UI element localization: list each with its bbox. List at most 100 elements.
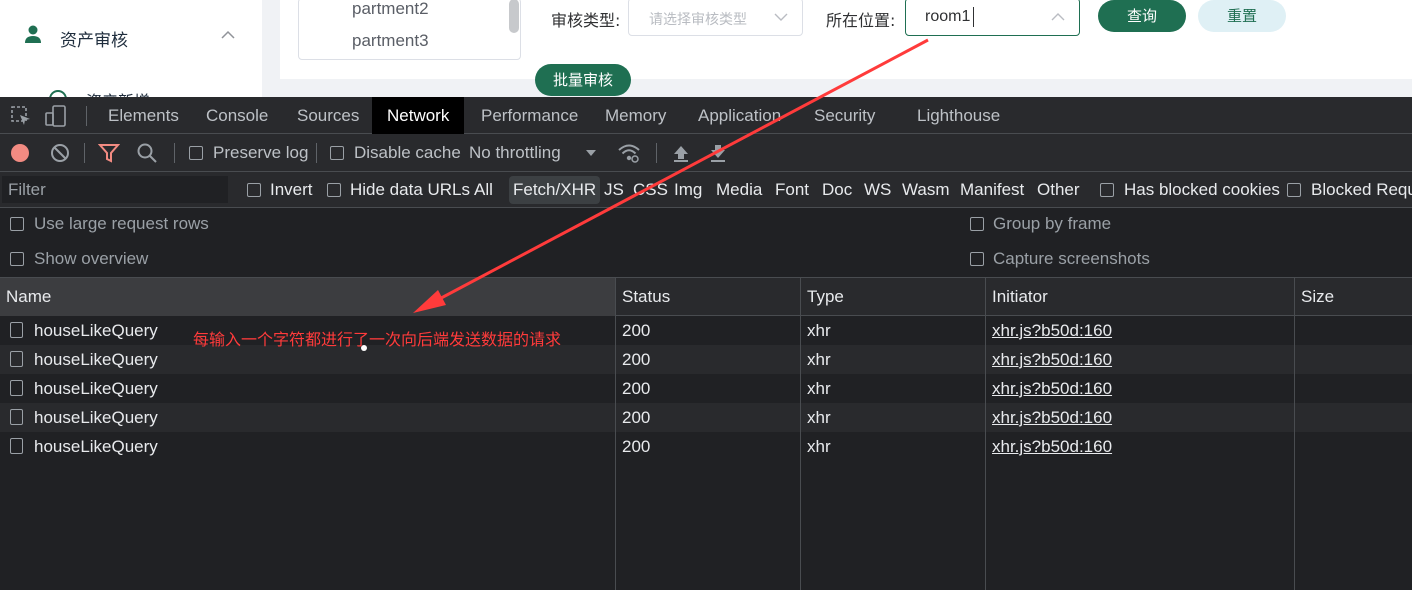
location-label: 所在位置:	[826, 11, 896, 30]
filter-icon[interactable]	[98, 142, 120, 164]
chevron-up-icon	[221, 30, 235, 39]
filter-input[interactable]	[2, 176, 228, 203]
sidebar-subitem-asset-add[interactable]: 资产新增	[0, 82, 262, 97]
filter-type-js[interactable]: JS	[604, 172, 624, 208]
request-initiator-link[interactable]: xhr.js?b50d:160	[992, 374, 1112, 403]
request-name[interactable]: houseLikeQuery	[34, 403, 158, 432]
request-type: xhr	[807, 437, 831, 456]
blocked-requests-label: Blocked Requests	[1311, 180, 1412, 199]
import-har-icon[interactable]	[670, 142, 692, 164]
network-request-table: Name Status Type Initiator Size houseLik…	[0, 278, 1412, 590]
hide-data-urls-checkbox[interactable]	[327, 183, 341, 197]
dropdown-arrow-icon[interactable]	[584, 144, 598, 162]
column-divider[interactable]	[1294, 278, 1295, 590]
tab-sources[interactable]: Sources	[297, 97, 359, 134]
filter-type-media[interactable]: Media	[716, 172, 762, 208]
batch-review-button[interactable]: 批量审核	[535, 64, 631, 96]
column-header-type[interactable]: Type	[801, 278, 985, 316]
column-divider[interactable]	[615, 278, 616, 590]
request-initiator-link[interactable]: xhr.js?b50d:160	[992, 403, 1112, 432]
show-overview-label: Show overview	[34, 249, 149, 268]
filter-type-css[interactable]: CSS	[633, 172, 668, 208]
sidebar-item-label: 资产审核	[60, 31, 128, 51]
toolbar-separator	[86, 106, 87, 126]
table-row[interactable]: houseLikeQuery 200 xhr xhr.js?b50d:160	[0, 432, 1412, 461]
request-initiator-link[interactable]: xhr.js?b50d:160	[992, 316, 1112, 345]
export-har-icon[interactable]	[707, 142, 729, 164]
request-name[interactable]: houseLikeQuery	[34, 432, 158, 461]
file-icon	[10, 322, 23, 338]
devtools-tabbar: Elements Console Sources Network Perform…	[0, 97, 1412, 134]
request-type: xhr	[807, 379, 831, 398]
location-input-value: room1	[925, 8, 971, 25]
tab-network[interactable]: Network	[372, 97, 465, 134]
table-row[interactable]: houseLikeQuery 200 xhr xhr.js?b50d:160	[0, 403, 1412, 432]
large-rows-checkbox[interactable]	[10, 217, 24, 231]
filter-type-manifest[interactable]: Manifest	[960, 172, 1024, 208]
tab-memory[interactable]: Memory	[605, 97, 666, 134]
filter-type-doc[interactable]: Doc	[822, 172, 852, 208]
request-name[interactable]: houseLikeQuery	[34, 345, 158, 374]
has-blocked-cookies-checkbox[interactable]	[1100, 183, 1114, 197]
device-toolbar-icon[interactable]	[45, 105, 67, 127]
request-name[interactable]: houseLikeQuery	[34, 374, 158, 403]
filter-type-all[interactable]: All	[474, 172, 493, 208]
record-icon[interactable]	[9, 142, 31, 164]
toolbar-separator	[656, 143, 657, 163]
disable-cache-checkbox[interactable]	[330, 146, 344, 160]
tab-security[interactable]: Security	[814, 97, 875, 134]
text-caret	[973, 7, 974, 27]
preserve-log-checkbox[interactable]	[189, 146, 203, 160]
query-button[interactable]: 查询	[1098, 0, 1186, 32]
tab-performance[interactable]: Performance	[481, 97, 578, 134]
invert-checkbox[interactable]	[247, 183, 261, 197]
capture-screenshots-checkbox[interactable]	[970, 252, 984, 266]
filter-type-fetch-xhr[interactable]: Fetch/XHR	[509, 176, 601, 204]
review-type-label: 审核类型:	[551, 11, 621, 30]
invert-label: Invert	[270, 180, 313, 199]
toolbar-separator	[174, 143, 175, 163]
department-list[interactable]: partment2 partment3	[298, 0, 521, 60]
column-header-size[interactable]: Size	[1295, 278, 1412, 316]
filter-type-wasm[interactable]: Wasm	[902, 172, 950, 208]
search-icon[interactable]	[136, 142, 158, 164]
reset-button[interactable]: 重置	[1198, 0, 1286, 32]
column-divider[interactable]	[800, 278, 801, 590]
request-initiator-link[interactable]: xhr.js?b50d:160	[992, 345, 1112, 374]
department-option[interactable]: partment3	[352, 31, 429, 51]
sidebar-item-asset-review[interactable]: 资产审核	[0, 14, 262, 58]
clear-icon[interactable]	[49, 142, 71, 164]
filter-type-img[interactable]: Img	[674, 172, 702, 208]
column-header-name[interactable]: Name	[0, 278, 615, 316]
group-by-frame-label: Group by frame	[993, 214, 1112, 233]
tab-elements[interactable]: Elements	[108, 97, 179, 134]
request-status: 200	[622, 408, 651, 427]
show-overview-checkbox[interactable]	[10, 252, 24, 266]
location-input[interactable]: room1	[905, 0, 1080, 36]
tab-lighthouse[interactable]: Lighthouse	[917, 97, 1000, 134]
tab-console[interactable]: Console	[206, 97, 268, 134]
inspect-element-icon[interactable]	[10, 105, 32, 127]
throttling-select[interactable]: No throttling	[469, 134, 561, 172]
network-conditions-icon[interactable]	[618, 142, 640, 164]
chevron-up-icon	[1051, 13, 1065, 21]
column-divider[interactable]	[985, 278, 986, 590]
group-by-frame-checkbox[interactable]	[970, 217, 984, 231]
file-icon	[10, 409, 23, 425]
filter-type-other[interactable]: Other	[1037, 172, 1080, 208]
column-header-initiator[interactable]: Initiator	[986, 278, 1294, 316]
filter-type-font[interactable]: Font	[775, 172, 809, 208]
tab-application[interactable]: Application	[698, 97, 781, 134]
request-name[interactable]: houseLikeQuery	[34, 316, 158, 345]
table-row[interactable]: houseLikeQuery 200 xhr xhr.js?b50d:160	[0, 374, 1412, 403]
request-initiator-link[interactable]: xhr.js?b50d:160	[992, 432, 1112, 461]
department-list-scrollbar[interactable]	[509, 0, 519, 33]
network-filter-bar: Invert Hide data URLs All Fetch/XHR JS C…	[0, 172, 1412, 208]
filter-type-ws[interactable]: WS	[864, 172, 891, 208]
chevron-down-icon	[774, 13, 788, 21]
blocked-requests-checkbox[interactable]	[1287, 183, 1301, 197]
department-option[interactable]: partment2	[352, 0, 429, 19]
column-header-status[interactable]: Status	[616, 278, 800, 316]
toolbar-separator	[84, 143, 85, 163]
review-type-select[interactable]: 请选择审核类型	[628, 0, 803, 36]
